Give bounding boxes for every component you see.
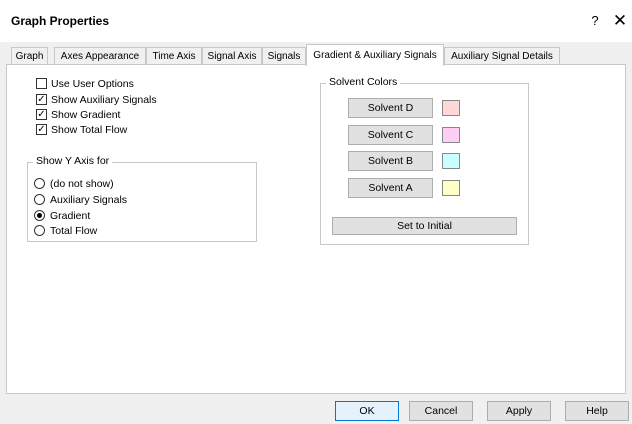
tab-gradient-auxiliary-signals[interactable]: Gradient & Auxiliary Signals: [306, 44, 444, 66]
tab-auxiliary-signal-details[interactable]: Auxiliary Signal Details: [444, 47, 560, 65]
solvent-d-color-swatch[interactable]: [442, 100, 460, 116]
radio-auxiliary-signals[interactable]: [34, 194, 45, 205]
tab-axes-appearance[interactable]: Axes Appearance: [54, 47, 146, 65]
tab-signal-axis[interactable]: Signal Axis: [202, 47, 262, 65]
use-user-options-label: Use User Options: [51, 78, 134, 90]
solvent-b-button[interactable]: Solvent B: [348, 151, 433, 171]
radio-gradient-label: Gradient: [50, 210, 91, 222]
solvent-b-color-swatch[interactable]: [442, 153, 460, 169]
show-total-flow-label: Show Total Flow: [51, 124, 128, 136]
show-total-flow-checkbox[interactable]: ✓: [36, 124, 47, 135]
show-auxiliary-signals-label: Show Auxiliary Signals: [51, 94, 157, 106]
solvent-a-button[interactable]: Solvent A: [348, 178, 433, 198]
help-icon[interactable]: ?: [585, 11, 605, 31]
close-icon[interactable]: ✕: [610, 11, 630, 31]
radio-total-flow[interactable]: [34, 225, 45, 236]
radio-auxiliary-signals-label: Auxiliary Signals: [50, 194, 128, 206]
window-title: Graph Properties: [11, 14, 110, 28]
solvent-a-color-swatch[interactable]: [442, 180, 460, 196]
solvent-c-color-swatch[interactable]: [442, 127, 460, 143]
tab-signals[interactable]: Signals: [262, 47, 306, 65]
cancel-button[interactable]: Cancel: [409, 401, 473, 421]
solvent-d-button[interactable]: Solvent D: [348, 98, 433, 118]
use-user-options-checkbox[interactable]: [36, 78, 47, 89]
radio-do-not-show-label: (do not show): [50, 178, 114, 190]
y-axis-group-title: Show Y Axis for: [33, 155, 113, 167]
show-gradient-checkbox[interactable]: ✓: [36, 109, 47, 120]
apply-button[interactable]: Apply: [487, 401, 551, 421]
solvent-colors-title: Solvent Colors: [326, 76, 401, 88]
radio-do-not-show[interactable]: [34, 178, 45, 189]
set-to-initial-button[interactable]: Set to Initial: [332, 217, 517, 235]
tab-graph[interactable]: Graph: [11, 47, 48, 65]
ok-button[interactable]: OK: [335, 401, 399, 421]
show-auxiliary-signals-checkbox[interactable]: ✓: [36, 94, 47, 105]
show-gradient-label: Show Gradient: [51, 109, 121, 121]
radio-gradient[interactable]: [34, 210, 45, 221]
radio-total-flow-label: Total Flow: [50, 225, 98, 237]
help-button[interactable]: Help: [565, 401, 629, 421]
tab-time-axis[interactable]: Time Axis: [146, 47, 202, 65]
solvent-c-button[interactable]: Solvent C: [348, 125, 433, 145]
